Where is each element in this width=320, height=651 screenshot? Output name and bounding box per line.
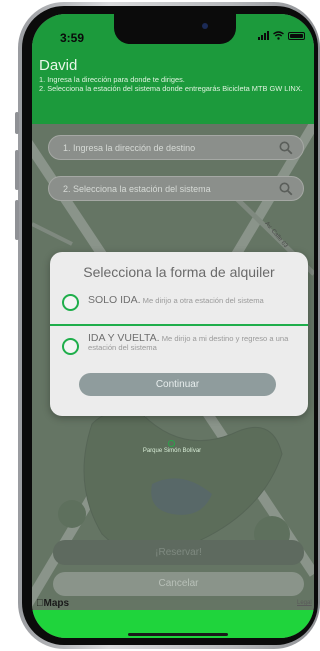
- cancel-button[interactable]: Cancelar: [53, 572, 304, 596]
- search-icon[interactable]: [279, 141, 293, 155]
- instruction-2: 2. Selecciona la estación del sistema do…: [39, 83, 303, 93]
- maps-logo: Maps: [36, 598, 69, 609]
- station-search-input[interactable]: 2. Selecciona la estación del sistema: [48, 176, 304, 201]
- option-ida-y-vuelta-text: IDA Y VUELTA. Me dirijo a mi destino y r…: [88, 333, 302, 353]
- search-icon[interactable]: [279, 182, 293, 196]
- app-header: 3:59 David 1. Ingresa la dirección para …: [32, 14, 314, 124]
- option-solo-ida-text: SOLO IDA. Me dirijo a otra estación del …: [88, 294, 264, 306]
- user-name: David: [39, 57, 78, 74]
- volume-down-button: [15, 200, 19, 240]
- option-description: Me dirijo a otra estación del sistema: [142, 296, 264, 305]
- status-icons: [258, 31, 305, 40]
- maps-provider: Maps: [36, 598, 70, 609]
- app-screen: Av. Calle 63 Parque Simón Bolívar 3:59 D…: [32, 14, 314, 638]
- destination-placeholder: 1. Ingresa la dirección de destino: [63, 143, 196, 153]
- signal-icon: [258, 31, 269, 40]
- wifi-icon: [273, 31, 284, 40]
- legal-link[interactable]: Legal: [297, 600, 312, 606]
- rental-mode-modal: Selecciona la forma de alquiler SOLO IDA…: [50, 252, 308, 416]
- destination-search-input[interactable]: 1. Ingresa la dirección de destino: [48, 135, 304, 160]
- apple-icon: : [36, 598, 44, 609]
- station-placeholder: 2. Selecciona la estación del sistema: [63, 184, 211, 194]
- continue-button[interactable]: Continuar: [79, 373, 276, 396]
- option-divider: [50, 324, 308, 326]
- home-indicator[interactable]: [128, 633, 228, 636]
- volume-up-button: [15, 150, 19, 190]
- option-ida-y-vuelta[interactable]: IDA Y VUELTA. Me dirijo a mi destino y r…: [50, 332, 308, 366]
- camera-icon: [202, 23, 208, 29]
- battery-icon: [288, 31, 305, 40]
- radio-solo-ida[interactable]: [62, 294, 79, 311]
- instructions: 1. Ingresa la dirección para donde te di…: [39, 75, 311, 93]
- status-time: 3:59: [60, 31, 85, 45]
- modal-title: Selecciona la forma de alquiler: [83, 264, 275, 280]
- notch: [114, 14, 236, 44]
- park-label: Parque Simón Bolívar: [142, 448, 202, 454]
- option-title: SOLO IDA.: [88, 294, 141, 306]
- stage: Av. Calle 63 Parque Simón Bolívar 3:59 D…: [0, 0, 320, 651]
- mute-switch: [15, 112, 19, 134]
- option-solo-ida[interactable]: SOLO IDA. Me dirijo a otra estación del …: [50, 292, 308, 322]
- reserve-button[interactable]: ¡Reservar!: [53, 540, 304, 565]
- park-pin-icon[interactable]: [168, 440, 175, 447]
- radio-ida-y-vuelta[interactable]: [62, 338, 79, 355]
